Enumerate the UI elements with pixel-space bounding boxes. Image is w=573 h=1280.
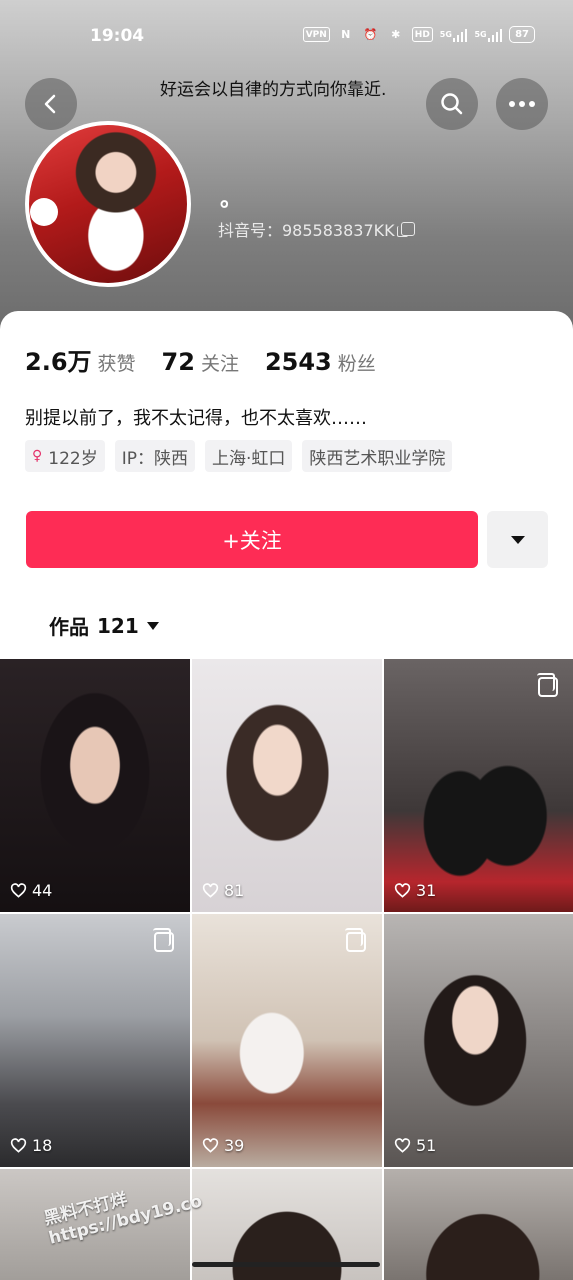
back-button[interactable]	[25, 78, 77, 130]
profile-card: 2.6万 获赞 72 关注 2543 粉丝 别提以前了，我不太记得，也不太喜欢……	[0, 311, 573, 661]
stat-likes[interactable]: 2.6万 获赞	[25, 342, 136, 377]
follow-button[interactable]: +关注	[26, 511, 478, 568]
video-tile[interactable]: 31	[384, 659, 573, 912]
home-indicator[interactable]	[192, 1262, 380, 1267]
tab-works[interactable]: 作品 121	[49, 611, 159, 640]
like-count-value: 39	[224, 1136, 245, 1155]
avatar-status-dot	[30, 198, 58, 226]
like-count: 44	[10, 881, 52, 900]
alarm-icon: ⏰	[363, 28, 378, 41]
signal-5g-label-2: 5G	[474, 30, 487, 39]
triangle-down-icon	[510, 535, 525, 544]
video-tile[interactable]: 51	[384, 914, 573, 1167]
tag-age-text: 122岁	[48, 448, 98, 469]
signal-5g-label: 5G	[439, 30, 452, 39]
stat-likes-value: 2.6万	[25, 348, 92, 376]
gallery-icon	[345, 928, 366, 952]
tag-row: ♀ 122岁 IP：陕西 上海·虹口 陕西艺术职业学院	[25, 440, 453, 472]
hd-icon: HD	[411, 27, 433, 42]
status-bar: 19:04 VPN N ⏰ ✱ HD 5G 5G 87	[0, 22, 573, 54]
heart-icon	[10, 1138, 27, 1153]
copy-icon[interactable]	[396, 222, 415, 237]
works-label: 作品	[49, 615, 89, 639]
like-count: 51	[394, 1136, 436, 1155]
heart-icon	[10, 883, 27, 898]
stat-followers-label: 粉丝	[337, 353, 376, 375]
gallery-icon	[153, 928, 174, 952]
caret-down-icon	[146, 621, 159, 630]
status-icons: VPN N ⏰ ✱ HD 5G 5G 87	[302, 26, 535, 43]
heart-icon	[202, 883, 219, 898]
more-dots-icon	[509, 101, 535, 107]
stat-likes-label: 获赞	[97, 353, 136, 375]
signal-5g-icon-2: 5G	[474, 26, 503, 43]
chevron-left-icon	[44, 94, 56, 114]
gallery-icon	[537, 673, 558, 697]
search-button[interactable]	[426, 78, 478, 130]
signal-bars	[452, 28, 468, 42]
battery-icon: 87	[509, 26, 535, 43]
stat-following-label: 关注	[200, 353, 239, 375]
heart-icon	[394, 1138, 411, 1153]
bluetooth-icon: ✱	[391, 28, 401, 41]
bio-text: 别提以前了，我不太记得，也不太喜欢……	[25, 408, 367, 429]
douyin-id-text: 抖音号：985583837KK	[218, 221, 395, 240]
status-time: 19:04	[90, 26, 145, 46]
like-count-value: 44	[32, 881, 53, 900]
video-tile[interactable]: 44	[0, 659, 190, 912]
like-count: 39	[202, 1136, 244, 1155]
stat-followers-value: 2543	[264, 348, 332, 376]
profile-header: 19:04 VPN N ⏰ ✱ HD 5G 5G 87 好运会以自律的方式向你靠…	[0, 0, 573, 340]
video-tile[interactable]: 81	[192, 659, 382, 912]
like-count-value: 31	[416, 881, 437, 900]
video-tile[interactable]	[384, 1169, 573, 1280]
douyin-id[interactable]: 抖音号：985583837KK	[218, 217, 415, 241]
tag-school[interactable]: 陕西艺术职业学院	[302, 440, 453, 472]
recommend-dropdown-button[interactable]	[487, 511, 548, 568]
heart-icon	[202, 1138, 219, 1153]
stats-row: 2.6万 获赞 72 关注 2543 粉丝	[25, 342, 402, 377]
heart-icon	[394, 883, 411, 898]
video-tile[interactable]: 18	[0, 914, 190, 1167]
video-grid: 44 81 31 18 39 51	[0, 659, 573, 1280]
stat-following-value: 72	[161, 348, 195, 376]
female-icon: ♀	[32, 448, 43, 464]
works-count: 121	[97, 613, 139, 638]
like-count: 18	[10, 1136, 52, 1155]
nfc-icon: N	[341, 28, 351, 41]
tag-location: 上海·虹口	[204, 440, 293, 472]
profile-slogan: 好运会以自律的方式向你靠近.	[160, 80, 387, 100]
search-icon	[441, 93, 463, 115]
tag-ip: IP：陕西	[114, 440, 195, 472]
stat-followers[interactable]: 2543 粉丝	[265, 348, 376, 376]
nickname: 。	[220, 187, 243, 212]
like-count: 81	[202, 881, 244, 900]
vpn-icon: VPN	[302, 27, 330, 42]
like-count-value: 51	[416, 1136, 437, 1155]
signal-5g-icon: 5G	[440, 26, 468, 43]
more-button[interactable]	[496, 78, 548, 130]
stat-following[interactable]: 72 关注	[162, 348, 239, 376]
like-count-value: 81	[224, 881, 245, 900]
like-count-value: 18	[32, 1136, 53, 1155]
signal-bars-2	[487, 28, 503, 42]
video-tile[interactable]: 39	[192, 914, 382, 1167]
tag-age: ♀ 122岁	[25, 440, 105, 472]
like-count: 31	[394, 881, 436, 900]
